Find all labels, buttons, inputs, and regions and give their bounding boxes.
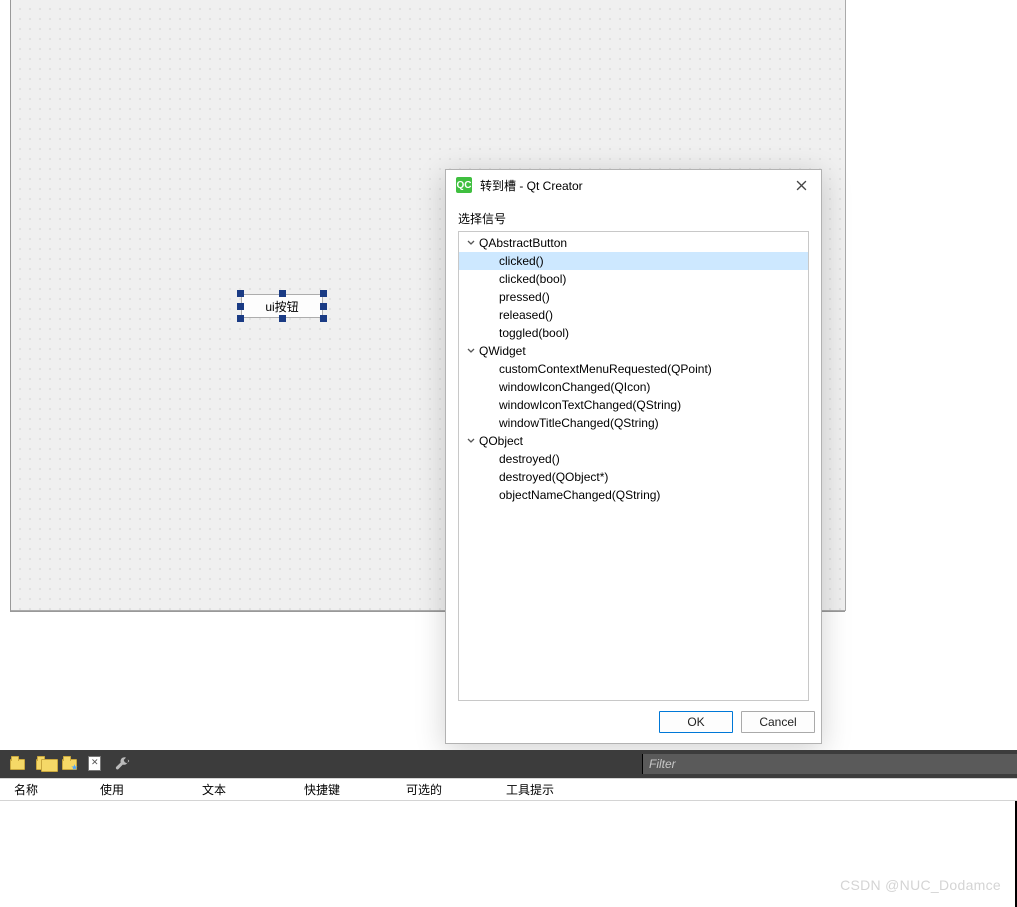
copy-action-icon[interactable]: [36, 756, 52, 772]
resize-handle-mid-right[interactable]: [320, 303, 327, 310]
tree-signal-item[interactable]: released(): [459, 306, 808, 324]
chevron-down-icon: [465, 432, 477, 450]
filter-container: [642, 754, 1017, 774]
close-icon: [796, 180, 807, 191]
tree-group[interactable]: QObject: [459, 432, 808, 450]
close-button[interactable]: [787, 174, 815, 196]
cancel-button[interactable]: Cancel: [741, 711, 815, 733]
select-signal-label: 选择信号: [458, 210, 809, 227]
resize-handle-top-right[interactable]: [320, 290, 327, 297]
tree-signal-item[interactable]: destroyed(): [459, 450, 808, 468]
tree-group[interactable]: QAbstractButton: [459, 234, 808, 252]
paste-action-icon[interactable]: [62, 756, 78, 772]
tree-signal-item[interactable]: windowTitleChanged(QString): [459, 414, 808, 432]
new-action-icon[interactable]: [10, 756, 26, 772]
tree-signal-item[interactable]: windowIconTextChanged(QString): [459, 396, 808, 414]
tree-group-label: QWidget: [479, 342, 526, 360]
delete-action-icon[interactable]: [88, 756, 104, 772]
tree-signal-item[interactable]: windowIconChanged(QIcon): [459, 378, 808, 396]
selected-widget-wrapper[interactable]: ui按钮: [241, 294, 323, 318]
configure-icon[interactable]: [114, 756, 130, 772]
resize-handle-mid-left[interactable]: [237, 303, 244, 310]
tree-signal-item[interactable]: clicked(): [459, 252, 808, 270]
chevron-down-icon: [465, 342, 477, 360]
resize-handle-bot-mid[interactable]: [279, 315, 286, 322]
tree-signal-item[interactable]: objectNameChanged(QString): [459, 486, 808, 504]
signal-tree[interactable]: QAbstractButtonclicked()clicked(bool)pre…: [458, 231, 809, 701]
dialog-titlebar[interactable]: QC 转到槽 - Qt Creator: [446, 170, 821, 200]
dialog-title: 转到槽 - Qt Creator: [480, 177, 779, 194]
watermark-text: CSDN @NUC_Dodamce: [840, 877, 1001, 893]
tree-signal-item[interactable]: toggled(bool): [459, 324, 808, 342]
action-toolbar: [0, 750, 1017, 778]
filter-input[interactable]: [643, 754, 1017, 774]
tree-signal-item[interactable]: clicked(bool): [459, 270, 808, 288]
header-tooltip[interactable]: 工具提示: [506, 781, 1017, 798]
tree-signal-item[interactable]: destroyed(QObject*): [459, 468, 808, 486]
header-used[interactable]: 使用: [100, 781, 202, 798]
tree-group-label: QObject: [479, 432, 523, 450]
tree-group[interactable]: QWidget: [459, 342, 808, 360]
go-to-slot-dialog: QC 转到槽 - Qt Creator 选择信号 QAbstractButton…: [445, 169, 822, 744]
dialog-button-row: OK Cancel: [446, 701, 821, 743]
action-table-headers: 名称 使用 文本 快捷键 可选的 工具提示: [0, 778, 1017, 801]
resize-handle-top-mid[interactable]: [279, 290, 286, 297]
tree-signal-item[interactable]: pressed(): [459, 288, 808, 306]
header-shortcut[interactable]: 快捷键: [304, 781, 406, 798]
qt-creator-icon: QC: [456, 177, 472, 193]
tree-signal-item[interactable]: customContextMenuRequested(QPoint): [459, 360, 808, 378]
header-name[interactable]: 名称: [0, 781, 100, 798]
header-checkable[interactable]: 可选的: [406, 781, 506, 798]
header-text[interactable]: 文本: [202, 781, 304, 798]
resize-handle-bot-left[interactable]: [237, 315, 244, 322]
chevron-down-icon: [465, 234, 477, 252]
ok-button[interactable]: OK: [659, 711, 733, 733]
tree-group-label: QAbstractButton: [479, 234, 567, 252]
resize-handle-top-left[interactable]: [237, 290, 244, 297]
resize-handle-bot-right[interactable]: [320, 315, 327, 322]
